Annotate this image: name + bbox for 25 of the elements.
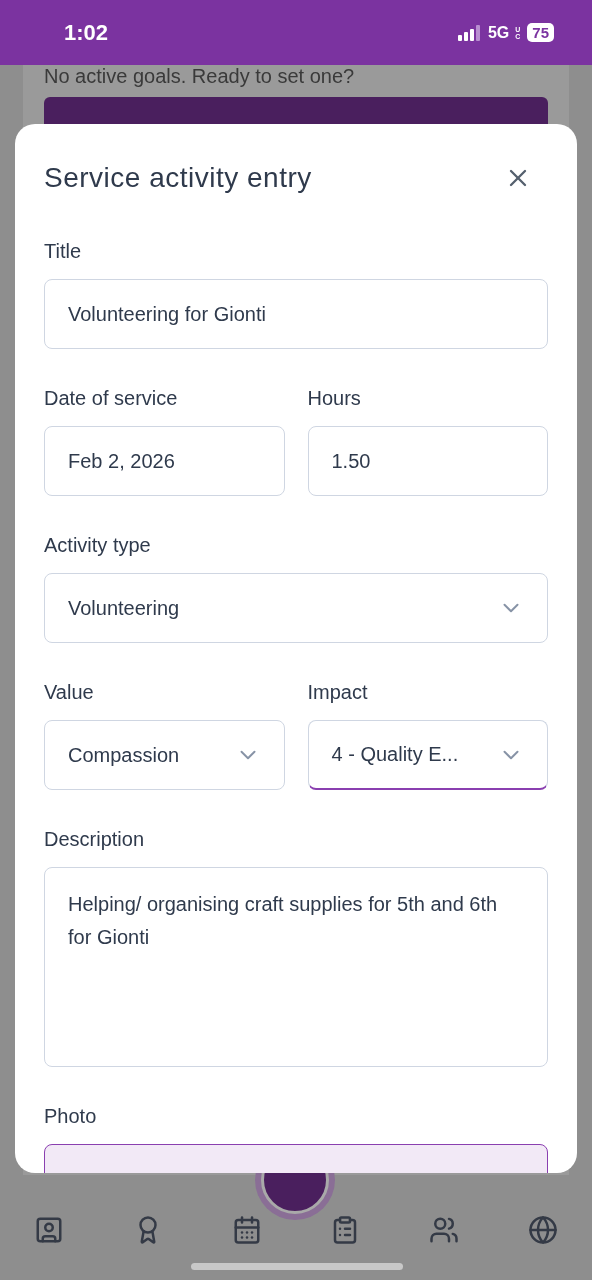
field-label: Photo xyxy=(44,1105,98,1128)
profile-icon[interactable] xyxy=(34,1215,65,1245)
field-label: Title xyxy=(44,240,83,263)
field-label: Description xyxy=(44,828,146,851)
text-field[interactable]: Feb 2, 2026 xyxy=(44,426,285,496)
people-icon[interactable] xyxy=(428,1215,459,1245)
status-time: 1:02 xyxy=(64,19,109,46)
select-field[interactable]: Volunteering xyxy=(44,573,548,643)
calendar-icon[interactable] xyxy=(231,1215,262,1245)
field-label: Date of service xyxy=(44,387,179,410)
battery-level: 75 xyxy=(527,23,554,42)
field-label: Impact xyxy=(307,681,369,704)
text-field[interactable]: 1.50 xyxy=(307,426,548,496)
globe-icon[interactable] xyxy=(527,1215,558,1245)
network-label: 5G xyxy=(487,23,510,42)
select-field[interactable]: Compassion xyxy=(44,720,285,790)
description-field[interactable]: Helping/ organising craft supplies for 5th and 6th for Gionti xyxy=(44,867,548,1067)
empty-goals-message: No active goals. Ready to set one? xyxy=(44,65,356,87)
field-label: Hours xyxy=(307,387,362,410)
select-field[interactable]: 4 - Quality E... xyxy=(307,720,548,790)
field-label: Value xyxy=(44,681,95,704)
text-field[interactable]: Volunteering for Gionti xyxy=(44,279,548,349)
field-label: Activity type xyxy=(44,534,152,557)
signal-icon xyxy=(457,24,482,41)
dialog-title: Service activity entry xyxy=(44,162,312,194)
